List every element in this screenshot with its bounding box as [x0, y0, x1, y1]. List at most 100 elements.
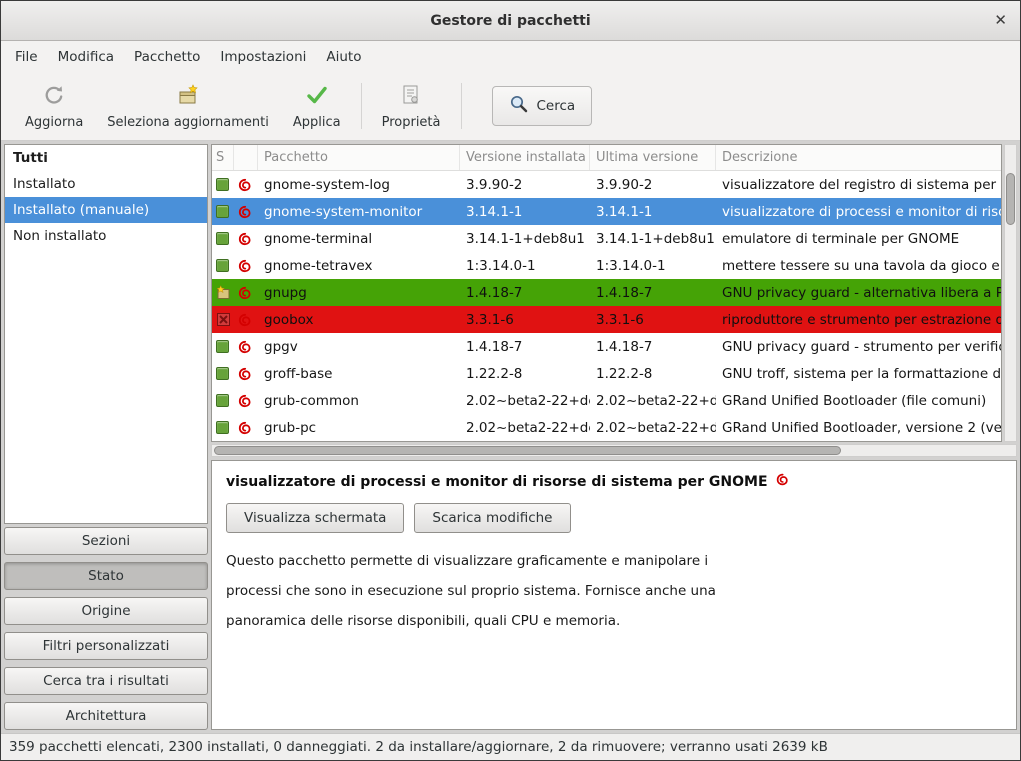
debian-swirl-icon [237, 177, 253, 193]
reload-label: Aggiorna [25, 115, 83, 130]
package-row[interactable]: gnome-system-log3.9.90-23.9.90-2visualiz… [212, 171, 1001, 198]
status-installed-icon [216, 421, 229, 434]
installed-version: 3.14.1-1+deb8u1 [460, 225, 590, 252]
description-line: panoramica delle risorse disponibili, qu… [226, 606, 1002, 636]
column-header[interactable]: Descrizione [716, 145, 1001, 170]
debian-swirl-icon [775, 472, 790, 491]
status-marked-remove-icon [216, 312, 231, 327]
package-name: gnome-system-log [258, 171, 460, 198]
package-row[interactable]: gnupg1.4.18-71.4.18-7GNU privacy guard -… [212, 279, 1001, 306]
select-upgrades-icon [176, 83, 200, 111]
reload-button[interactable]: Aggiorna [13, 78, 95, 135]
latest-version: 1.22.2-8 [590, 360, 716, 387]
latest-version: 1:3.14.0-1 [590, 252, 716, 279]
column-header[interactable]: Versione installata [460, 145, 590, 170]
select-upgrades-button[interactable]: Seleziona aggiornamenti [95, 78, 281, 135]
properties-button[interactable]: Proprietà [370, 78, 453, 135]
right-pane: S PacchettoVersione installataUltima vers… [211, 144, 1017, 730]
vertical-scrollbar[interactable] [1004, 144, 1017, 442]
package-name: grub-pc [258, 414, 460, 441]
package-name: gnupg [258, 279, 460, 306]
column-header[interactable] [234, 145, 258, 170]
installed-version: 1.22.2-8 [460, 360, 590, 387]
installed-version: 1:3.14.0-1 [460, 252, 590, 279]
close-icon[interactable]: ✕ [994, 11, 1007, 29]
horizontal-scrollbar-thumb[interactable] [214, 446, 841, 455]
status-installed-icon [216, 232, 229, 245]
package-name: groff-base [258, 360, 460, 387]
side-button-cerca-tra-i-risultati[interactable]: Cerca tra i risultati [4, 667, 208, 695]
latest-version: 1.4.18-7 [590, 279, 716, 306]
debian-swirl-icon [237, 204, 253, 220]
description-line: processi che sono in esecuzione sul prop… [226, 576, 1002, 606]
status-installed-icon [216, 178, 229, 191]
latest-version: 3.14.1-1+deb8u1 [590, 225, 716, 252]
details-title: visualizzatore di processi e monitor di … [226, 474, 768, 490]
horizontal-scrollbar[interactable] [211, 444, 1017, 457]
status-installed-icon [216, 367, 229, 380]
latest-version: 2.02~beta2-22+de [590, 387, 716, 414]
side-button-filtri-personalizzati[interactable]: Filtri personalizzati [4, 632, 208, 660]
filter-item[interactable]: Tutti [5, 145, 207, 171]
status-bar: 359 pacchetti elencati, 2300 installati,… [1, 733, 1020, 760]
changelog-button[interactable]: Scarica modifiche [414, 503, 570, 533]
package-description: emulatore di terminale per GNOME [716, 225, 1001, 252]
package-row[interactable]: grub-pc2.02~beta2-22+de2.02~beta2-22+deG… [212, 414, 1001, 441]
window-title: Gestore di pacchetti [430, 13, 590, 29]
column-header[interactable]: Ultima versione [590, 145, 716, 170]
vertical-scrollbar-thumb[interactable] [1006, 173, 1015, 225]
package-row[interactable]: gnome-tetravex1:3.14.0-11:3.14.0-1metter… [212, 252, 1001, 279]
menu-item-aiuto[interactable]: Aiuto [316, 45, 371, 69]
toolbar-separator [461, 83, 462, 129]
apply-check-icon [305, 83, 329, 111]
filter-item[interactable]: Non installato [5, 223, 207, 249]
side-button-sezioni[interactable]: Sezioni [4, 527, 208, 555]
search-label: Cerca [537, 98, 576, 114]
filter-list: TuttiInstallatoInstallato (manuale)Non i… [4, 144, 208, 524]
menu-item-pacchetto[interactable]: Pacchetto [124, 45, 210, 69]
latest-version: 1.4.18-7 [590, 333, 716, 360]
package-description: GRand Unified Bootloader (file comuni) [716, 387, 1001, 414]
package-row[interactable]: gpgv1.4.18-71.4.18-7GNU privacy guard - … [212, 333, 1001, 360]
package-row[interactable]: gnome-system-monitor3.14.1-13.14.1-1visu… [212, 198, 1001, 225]
package-name: gnome-system-monitor [258, 198, 460, 225]
table-area: S PacchettoVersione installataUltima vers… [211, 144, 1017, 442]
menu-item-file[interactable]: File [5, 45, 48, 69]
side-button-origine[interactable]: Origine [4, 597, 208, 625]
details-pane: visualizzatore di processi e monitor di … [211, 460, 1017, 730]
package-description: visualizzatore di processi e monitor di … [716, 198, 1001, 225]
installed-version: 2.02~beta2-22+de [460, 414, 590, 441]
column-header[interactable]: Pacchetto [258, 145, 460, 170]
filter-item[interactable]: Installato [5, 171, 207, 197]
column-header[interactable]: S [212, 145, 234, 170]
status-marked-install-icon [216, 285, 231, 300]
titlebar: Gestore di pacchetti ✕ [1, 1, 1020, 41]
package-row[interactable]: goobox3.3.1-63.3.1-6riproduttore e strum… [212, 306, 1001, 333]
package-table: S PacchettoVersione installataUltima vers… [211, 144, 1002, 442]
toolbar: Aggiorna Seleziona aggiornamenti Applica… [1, 72, 1020, 141]
package-name: grub-common [258, 387, 460, 414]
status-installed-icon [216, 394, 229, 407]
table-header: S PacchettoVersione installataUltima vers… [212, 145, 1001, 171]
debian-swirl-icon [237, 231, 253, 247]
debian-swirl-icon [237, 339, 253, 355]
side-button-architettura[interactable]: Architettura [4, 702, 208, 730]
search-button[interactable]: Cerca [492, 86, 593, 126]
package-description: riproduttore e strumento per estrazione … [716, 306, 1001, 333]
filter-item[interactable]: Installato (manuale) [5, 197, 207, 223]
description-line: Questo pacchetto permette di visualizzar… [226, 546, 1002, 576]
package-row[interactable]: grub-common2.02~beta2-22+de2.02~beta2-22… [212, 387, 1001, 414]
installed-version: 3.14.1-1 [460, 198, 590, 225]
package-row[interactable]: groff-base1.22.2-81.22.2-8GNU troff, sis… [212, 360, 1001, 387]
screenshot-button[interactable]: Visualizza schermata [226, 503, 404, 533]
package-description: GNU troff, sistema per la formattazione … [716, 360, 1001, 387]
debian-swirl-icon [237, 420, 253, 436]
menu-item-impostazioni[interactable]: Impostazioni [210, 45, 316, 69]
menu-item-modifica[interactable]: Modifica [48, 45, 124, 69]
installed-version: 2.02~beta2-22+de [460, 387, 590, 414]
package-row[interactable]: gnome-terminal3.14.1-1+deb8u13.14.1-1+de… [212, 225, 1001, 252]
apply-button[interactable]: Applica [281, 78, 353, 135]
side-button-stato[interactable]: Stato [4, 562, 208, 590]
debian-swirl-icon [237, 258, 253, 274]
package-name: gpgv [258, 333, 460, 360]
